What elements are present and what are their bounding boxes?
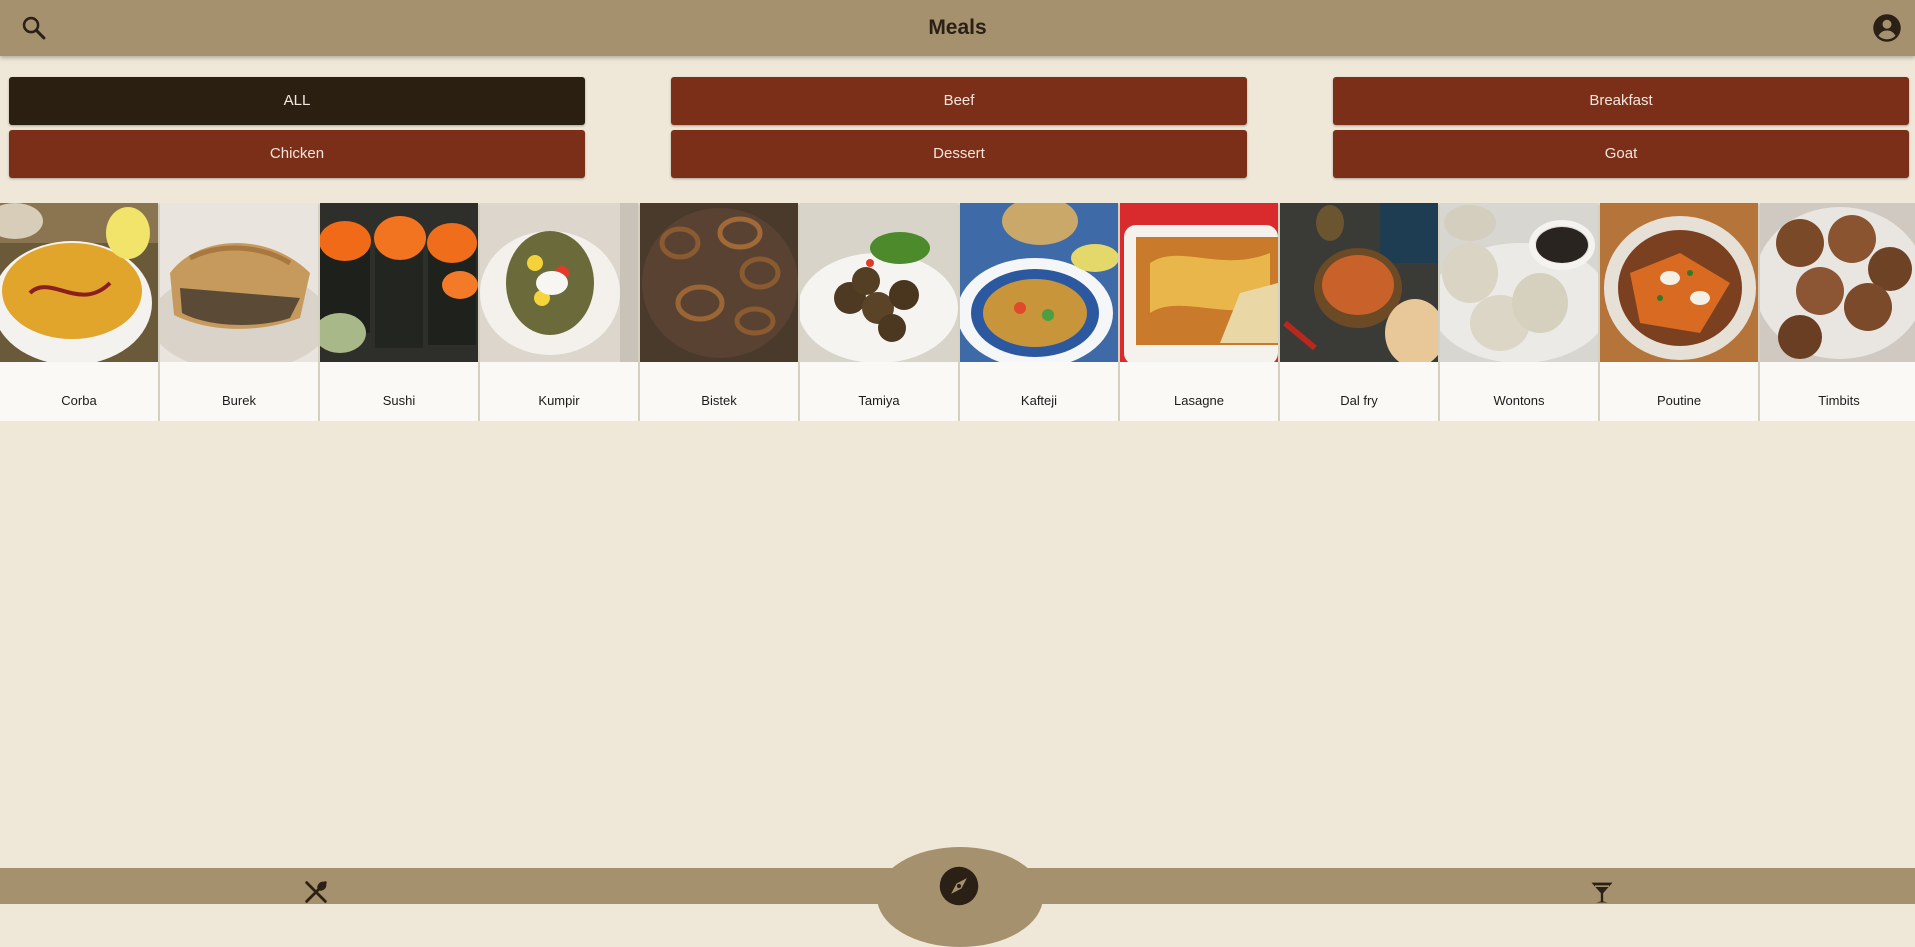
fork-spoon-icon	[305, 881, 327, 903]
meal-image	[800, 203, 958, 362]
meal-card[interactable]: Kumpir	[480, 203, 638, 421]
category-filter-group: ALL Beef Breakfast Chicken Dessert Goat	[9, 77, 1909, 178]
meal-card[interactable]: Bistek	[640, 203, 798, 421]
meal-name: Poutine	[1656, 393, 1702, 408]
meals-nav-button[interactable]	[300, 880, 332, 904]
cocktail-icon	[1591, 882, 1613, 903]
meal-card[interactable]: Wontons	[1440, 203, 1598, 421]
meal-card[interactable]: Timbits	[1760, 203, 1915, 421]
meal-image	[1600, 203, 1758, 362]
meal-name: Sushi	[382, 393, 416, 408]
category-dessert-button[interactable]: Dessert	[671, 130, 1247, 178]
category-breakfast-button[interactable]: Breakfast	[1333, 77, 1909, 125]
meal-image	[0, 203, 158, 362]
top-app-bar: Meals	[0, 0, 1915, 56]
compass-icon	[939, 866, 979, 906]
meal-name: Bistek	[701, 393, 737, 408]
drinks-nav-button[interactable]	[1586, 880, 1618, 904]
meal-name: Wontons	[1493, 393, 1545, 408]
meal-name: Burek	[222, 393, 256, 408]
meal-image	[1280, 203, 1438, 362]
meal-image	[1120, 203, 1278, 362]
meal-name: Corba	[61, 393, 97, 408]
profile-button[interactable]	[1869, 10, 1905, 46]
meal-name: Lasagne	[1174, 393, 1224, 408]
account-circle-icon	[1873, 14, 1901, 42]
meal-image	[480, 203, 638, 362]
meal-image	[1760, 203, 1915, 362]
category-chicken-button[interactable]: Chicken	[9, 130, 585, 178]
meal-card[interactable]: Sushi	[320, 203, 478, 421]
meal-name: Dal fry	[1340, 393, 1378, 408]
meal-name: Tamiya	[858, 393, 900, 408]
meal-image	[640, 203, 798, 362]
category-all-button[interactable]: ALL	[9, 77, 585, 125]
meal-image	[160, 203, 318, 362]
meal-card[interactable]: Poutine	[1600, 203, 1758, 421]
meal-image	[320, 203, 478, 362]
meal-card[interactable]: Lasagne	[1120, 203, 1278, 421]
page-title: Meals	[928, 16, 987, 39]
meal-card[interactable]: Burek	[160, 203, 318, 421]
meal-name: Kumpir	[538, 393, 580, 408]
meal-card[interactable]: Corba	[0, 203, 158, 421]
category-beef-button[interactable]: Beef	[671, 77, 1247, 125]
meal-card[interactable]: Dal fry	[1280, 203, 1438, 421]
explore-nav-button[interactable]	[938, 866, 980, 906]
meal-image	[960, 203, 1118, 362]
meal-list: Corba Burek Sushi Kumpir Bistek Tamiya K…	[0, 203, 1915, 421]
meal-card[interactable]: Kafteji	[960, 203, 1118, 421]
meal-image	[1440, 203, 1598, 362]
meal-name: Kafteji	[1020, 393, 1058, 408]
category-goat-button[interactable]: Goat	[1333, 130, 1909, 178]
meal-card[interactable]: Tamiya	[800, 203, 958, 421]
meal-name: Timbits	[1818, 393, 1860, 408]
